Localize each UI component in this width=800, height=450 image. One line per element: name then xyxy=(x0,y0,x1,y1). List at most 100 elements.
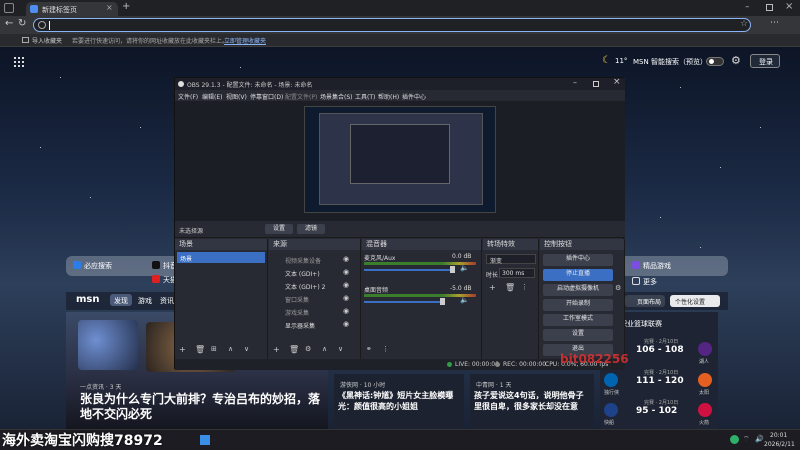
tray-app-icon[interactable] xyxy=(730,435,739,444)
volume-slider[interactable] xyxy=(364,269,450,271)
network-icon[interactable]: ⌔ xyxy=(743,435,750,444)
virtual-camera-settings-icon[interactable]: ⚙ xyxy=(615,284,621,292)
douyin-icon[interactable] xyxy=(152,261,160,269)
personalize-button[interactable]: 个性化设置 xyxy=(670,295,720,307)
maximize-icon[interactable] xyxy=(766,4,773,11)
start-icon[interactable] xyxy=(200,435,210,445)
close-window-icon[interactable]: × xyxy=(785,1,793,12)
quick-link-more[interactable]: 更多 xyxy=(643,277,657,287)
source-item[interactable]: 游戏采集 ◉ xyxy=(271,306,359,317)
add-scene-icon[interactable]: + xyxy=(179,345,186,354)
tab-games[interactable]: 游戏 xyxy=(138,296,152,306)
add-source-icon[interactable]: + xyxy=(273,345,280,354)
scene-filter-icon[interactable]: ⊞ xyxy=(211,345,217,353)
visibility-eye-icon[interactable]: ◉ xyxy=(343,320,349,328)
news-title[interactable]: 张良为什么专门大前排？专治吕布的妙招，落地不交闪必死 xyxy=(80,392,320,422)
mixer-link-icon[interactable]: ⚭ xyxy=(366,345,372,353)
obs-close-icon[interactable]: × xyxy=(613,77,621,87)
favorite-star-icon[interactable]: ☆ xyxy=(740,19,748,29)
obs-minimize-icon[interactable]: – xyxy=(573,78,577,87)
menu-profile[interactable]: 配置文件(P) xyxy=(285,92,317,101)
visibility-eye-icon[interactable]: ◉ xyxy=(343,307,349,315)
page-layout-button[interactable]: 页面布局 xyxy=(625,295,665,307)
nba-game[interactable]: 完赛 · 2月10日 95 - 102 快船 火箭 xyxy=(604,399,714,427)
source-filter-button[interactable]: 滤镜 xyxy=(297,224,325,234)
tab-new-tab[interactable]: 新建标签页 × xyxy=(26,2,118,16)
settings-button[interactable]: 设置 xyxy=(543,329,613,341)
new-tab-icon[interactable]: + xyxy=(122,1,130,12)
msn-smart-search[interactable]: MSN 智能搜索（预览） xyxy=(633,57,707,67)
news-card-right[interactable]: 中青网 · 1 天 孩子爱说这4句话，说明他骨子里很自卑，很多家长却没在意 xyxy=(470,374,594,429)
duration-input[interactable]: 300 ms xyxy=(499,268,535,278)
move-down-icon[interactable]: ∨ xyxy=(244,345,249,353)
tab-news[interactable]: 资讯 xyxy=(160,296,174,306)
add-transition-icon[interactable]: + xyxy=(489,283,496,292)
minimize-icon[interactable]: – xyxy=(745,2,750,12)
volume-slider[interactable] xyxy=(364,301,440,303)
move-up-icon[interactable]: ∧ xyxy=(228,345,233,353)
menu-plugin-center[interactable]: 插件中心 xyxy=(402,92,426,101)
delete-scene-icon[interactable]: 🗑 xyxy=(195,345,205,354)
stop-streaming-button[interactable]: 停止直播 xyxy=(543,269,613,281)
menu-docks[interactable]: 停靠窗口(D) xyxy=(250,92,283,101)
transition-menu-icon[interactable]: ⋮ xyxy=(521,283,528,291)
source-item[interactable]: 文本 (GDI+) 2 ◉ xyxy=(271,280,359,291)
speaker-icon[interactable]: 🔈 xyxy=(460,296,469,304)
visibility-eye-icon[interactable]: ◉ xyxy=(343,281,349,289)
menu-file[interactable]: 文件(F) xyxy=(178,92,198,101)
move-down-icon[interactable]: ∨ xyxy=(338,345,343,353)
volume-slider-handle[interactable] xyxy=(450,266,455,273)
tab-discover[interactable]: 发现 xyxy=(110,294,132,306)
menu-edit[interactable]: 编辑(E) xyxy=(202,92,222,101)
visibility-eye-icon[interactable]: ◉ xyxy=(343,255,349,263)
plugin-center-button[interactable]: 插件中心 xyxy=(543,254,613,266)
menu-tools[interactable]: 工具(T) xyxy=(355,92,375,101)
tmall-icon[interactable] xyxy=(152,275,160,283)
source-item[interactable]: 视频采集设备 ◉ xyxy=(271,254,359,265)
settings-gear-icon[interactable]: ⚙ xyxy=(731,54,741,67)
back-icon[interactable]: ← xyxy=(5,18,13,29)
msn-logo[interactable]: msn xyxy=(76,294,100,305)
virtual-camera-button[interactable]: 启动虚拟摄像机 xyxy=(543,284,613,296)
weather-moon-icon[interactable]: ☾ xyxy=(602,55,611,66)
obs-preview[interactable] xyxy=(175,101,625,221)
nba-game[interactable]: 完赛 · 2月10日 111 - 120 独行侠 太阳 xyxy=(604,369,714,397)
quick-link-games[interactable]: 精品游戏 xyxy=(643,261,671,271)
clock-date[interactable]: 2026/2/11 xyxy=(764,441,795,448)
source-item[interactable]: 显示器采集 ◉ xyxy=(271,319,359,330)
scene-list-item[interactable]: 场景 xyxy=(177,252,265,263)
games-icon[interactable] xyxy=(632,261,640,269)
source-item[interactable]: 窗口采集 ◉ xyxy=(271,293,359,304)
menu-scene-collection[interactable]: 场景集合(S) xyxy=(320,92,353,101)
close-tab-icon[interactable]: × xyxy=(106,3,113,12)
news-title[interactable]: 孩子爱说这4句话，说明他骨子里很自卑，很多家长却没在意 xyxy=(474,390,590,412)
news-title[interactable]: 《黑神话:钟馗》短片女主脸模曝光：颜值很高的小姐姐 xyxy=(338,390,460,412)
delete-source-icon[interactable]: 🗑 xyxy=(289,345,299,354)
more-icon[interactable] xyxy=(632,277,640,285)
import-favorites-link[interactable]: 导入收藏夹 xyxy=(32,36,62,45)
more-menu-icon[interactable]: ⋯ xyxy=(770,18,779,28)
start-recording-button[interactable]: 开始录制 xyxy=(543,299,613,311)
news-card-middle[interactable]: 游侠网 · 10 小时 《黑神话:钟馗》短片女主脸模曝光：颜值很高的小姐姐 xyxy=(334,374,464,429)
visibility-eye-icon[interactable]: ◉ xyxy=(343,294,349,302)
manage-favorites-link[interactable]: 立即管理收藏夹 xyxy=(224,36,266,45)
volume-icon[interactable]: 🔊 xyxy=(755,435,764,443)
visibility-eye-icon[interactable]: ◉ xyxy=(343,268,349,276)
source-settings-button[interactable]: 设置 xyxy=(265,224,293,234)
volume-slider-handle[interactable] xyxy=(440,298,445,305)
clock-time[interactable]: 20:01 xyxy=(770,432,787,439)
search-toggle[interactable] xyxy=(706,57,724,66)
refresh-icon[interactable]: ↻ xyxy=(18,18,26,29)
obs-maximize-icon[interactable] xyxy=(593,81,599,87)
source-properties-icon[interactable]: ⚙ xyxy=(305,345,311,353)
app-launcher-icon[interactable] xyxy=(14,57,24,67)
address-input[interactable]: ☆ xyxy=(33,18,751,32)
bing-icon[interactable] xyxy=(73,261,81,269)
studio-mode-button[interactable]: 工作室模式 xyxy=(543,314,613,326)
move-up-icon[interactable]: ∧ xyxy=(322,345,327,353)
menu-help[interactable]: 帮助(H) xyxy=(378,92,399,101)
delete-transition-icon[interactable]: 🗑 xyxy=(505,283,515,292)
speaker-icon[interactable]: 🔈 xyxy=(460,264,469,272)
login-button[interactable]: 登录 xyxy=(750,54,780,68)
tab-actions-icon[interactable] xyxy=(4,3,14,13)
